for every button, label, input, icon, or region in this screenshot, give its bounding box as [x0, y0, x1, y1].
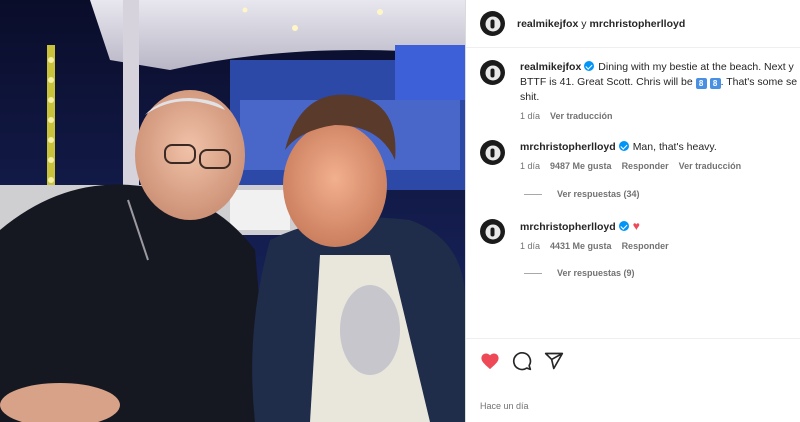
like-button[interactable]	[480, 351, 500, 371]
view-replies-button[interactable]: Ver respuestas (34)	[524, 189, 640, 199]
verified-icon	[584, 61, 595, 71]
caption: realmikejfox Dining with my bestie at the…	[480, 60, 800, 121]
caption-translate[interactable]: Ver traducción	[550, 111, 613, 121]
header-user1[interactable]: realmikejfox	[517, 18, 578, 30]
comment-text: mrchristopherlloyd ♥	[520, 219, 800, 235]
action-icons	[480, 351, 564, 371]
reply-button[interactable]: Responder	[622, 161, 669, 171]
comments-panel: realmikejfox y mrchristopherlloyd realmike…	[465, 0, 800, 422]
reply-button[interactable]: Responder	[622, 241, 669, 251]
share-button[interactable]	[544, 351, 564, 371]
post-photo[interactable]	[0, 0, 465, 422]
paper-plane-icon	[544, 352, 564, 370]
heart-emoji-icon: ♥	[632, 219, 640, 233]
emoji-eight-icon: 8	[695, 78, 707, 89]
caption-meta: 1 día Ver traducción	[520, 111, 800, 121]
comment-button[interactable]	[512, 351, 532, 371]
comment-meta: 1 día 4431 Me gusta Responder	[520, 241, 800, 251]
comment-time[interactable]: 1 día	[520, 241, 540, 251]
comment-likes[interactable]: 4431 Me gusta	[550, 241, 612, 251]
comment-body: Man, that's heavy.	[632, 141, 717, 153]
photo-illustration	[0, 0, 465, 422]
post-timeago[interactable]: Hace un día	[480, 401, 529, 411]
replies-dash	[524, 193, 542, 195]
post-container: realmikejfox y mrchristopherlloyd realmike…	[0, 0, 800, 422]
translate-button[interactable]: Ver traducción	[679, 161, 742, 171]
caption-line2-start: BTTF is 41. Great Scott. Chris will be	[520, 76, 696, 88]
replies-dash	[524, 272, 542, 274]
comment-text: mrchristopherlloyd Man, that's heavy.	[520, 140, 800, 155]
verified-icon	[618, 221, 629, 231]
view-replies-button[interactable]: Ver respuestas (9)	[524, 268, 635, 278]
action-bar: Hace un día	[466, 338, 800, 422]
header-avatar[interactable]	[480, 11, 505, 36]
caption-username[interactable]: realmikejfox	[520, 61, 581, 73]
view-replies-label[interactable]: Ver respuestas (9)	[557, 268, 635, 278]
header-usernames: realmikejfox y mrchristopherlloyd	[517, 18, 685, 30]
header-joiner: y	[581, 17, 587, 30]
view-replies-label[interactable]: Ver respuestas (34)	[557, 189, 640, 199]
comment-username[interactable]: mrchristopherlloyd	[520, 221, 616, 233]
comment-meta: 1 día 9487 Me gusta Responder Ver traducció…	[520, 161, 800, 171]
comment-time[interactable]: 1 día	[520, 161, 540, 171]
header-user2[interactable]: mrchristopherlloyd	[590, 18, 686, 30]
verified-icon	[618, 141, 629, 151]
comment-item: mrchristopherlloyd ♥ 1 día 4431 Me gusta Re…	[480, 219, 800, 251]
comment-avatar[interactable]	[480, 140, 505, 165]
comment-bubble-icon	[512, 352, 532, 371]
comment-username[interactable]: mrchristopherlloyd	[520, 141, 616, 153]
caption-line3: shit.	[520, 91, 540, 103]
caption-line1: Dining with my bestie at the beach. Next…	[598, 61, 794, 73]
emoji-eight-icon: 8	[709, 78, 721, 89]
comment-item: mrchristopherlloyd Man, that's heavy. 1 d…	[480, 140, 800, 171]
comment-avatar[interactable]	[480, 219, 505, 244]
comment-likes[interactable]: 9487 Me gusta	[550, 161, 612, 171]
caption-text: realmikejfox Dining with my bestie at the…	[520, 60, 800, 105]
caption-time[interactable]: 1 día	[520, 111, 540, 121]
caption-avatar[interactable]	[480, 60, 505, 85]
heart-filled-icon	[481, 353, 499, 370]
caption-line2-end: . That's some se	[720, 76, 798, 88]
post-header: realmikejfox y mrchristopherlloyd	[466, 0, 800, 48]
